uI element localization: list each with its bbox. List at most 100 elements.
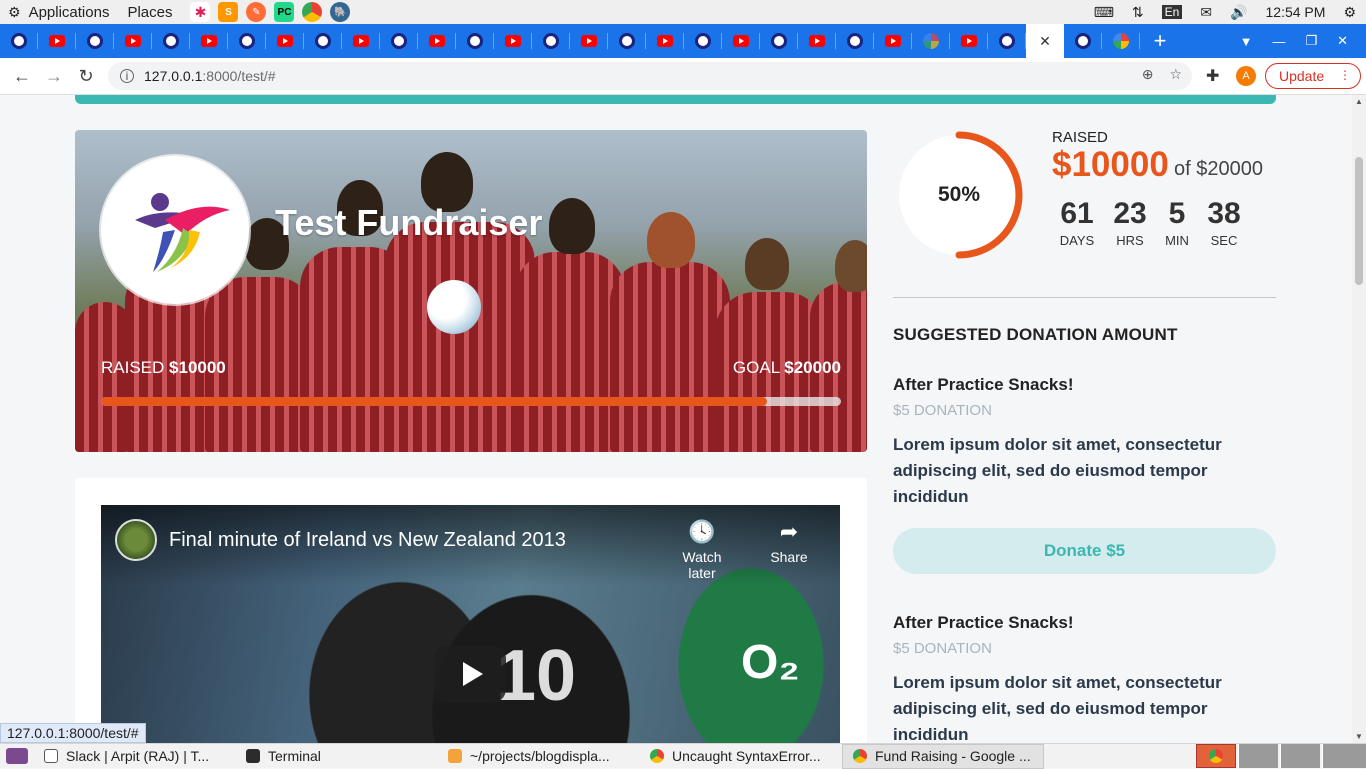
tab[interactable] [760, 24, 798, 58]
tab[interactable] [76, 24, 114, 58]
tab[interactable] [152, 24, 190, 58]
sublime-launcher-icon[interactable]: S [218, 2, 239, 22]
hero-goal-label: GOAL [732, 358, 780, 377]
minimize-icon[interactable]: — [1272, 34, 1285, 49]
taskbar-item[interactable]: Uncaught SyntaxError... [640, 744, 842, 769]
tab[interactable] [1102, 24, 1140, 58]
share-button[interactable]: ➦ Share [754, 519, 824, 565]
extensions-puzzle-icon[interactable]: ✚ [1206, 66, 1219, 86]
video-title[interactable]: Final minute of Ireland vs New Zealand 2… [169, 529, 566, 552]
profile-avatar[interactable]: A [1236, 66, 1256, 86]
keyboard-icon[interactable]: ⌨ [1094, 4, 1114, 21]
countdown-unit: DAYS [1059, 233, 1095, 248]
restore-icon[interactable]: ❐ [1305, 33, 1317, 49]
tab[interactable] [380, 24, 418, 58]
window-icon [44, 749, 58, 763]
pycharm-launcher-icon[interactable]: PC [274, 2, 295, 22]
tab[interactable] [266, 24, 304, 58]
scroll-down-arrow-icon[interactable]: ▼ [1355, 732, 1363, 741]
chrome-launcher-icon[interactable] [302, 2, 323, 22]
web-favicon-icon [619, 33, 635, 49]
clock[interactable]: 12:54 PM [1266, 4, 1326, 20]
tab[interactable] [684, 24, 722, 58]
postgres-launcher-icon[interactable]: 🐘 [330, 2, 351, 22]
postman-launcher-icon[interactable]: ✎ [246, 2, 267, 22]
tab[interactable] [228, 24, 266, 58]
page-scrollbar[interactable]: ▲ ▼ [1352, 95, 1366, 743]
bookmark-star-icon[interactable]: ☆ [1169, 66, 1182, 83]
workspace-switcher-1[interactable] [1196, 744, 1236, 768]
workspace-switcher-4[interactable] [1322, 744, 1366, 768]
web-favicon-icon [543, 33, 559, 49]
countdown-days: 61 DAYS [1052, 197, 1102, 248]
scrollbar-thumb[interactable] [1355, 157, 1363, 285]
places-menu[interactable]: Places [127, 4, 172, 21]
tab[interactable] [304, 24, 342, 58]
show-desktop-button[interactable] [0, 744, 34, 769]
play-button[interactable] [434, 645, 506, 703]
tab[interactable] [190, 24, 228, 58]
taskbar-item[interactable]: ~/projects/blogdispla... [438, 744, 640, 769]
reload-icon[interactable]: ↻ [70, 66, 102, 87]
tab[interactable] [418, 24, 456, 58]
slack-launcher-icon[interactable]: ✱ [190, 2, 211, 22]
url-bar[interactable]: i 127.0.0.1:8000/test/# ⊕ ☆ [108, 62, 1192, 90]
tab[interactable] [722, 24, 760, 58]
watch-later-button[interactable]: 🕓 Watch later [667, 519, 737, 581]
tab[interactable] [950, 24, 988, 58]
tab[interactable] [0, 24, 38, 58]
donate-button[interactable]: Donate $5 [893, 528, 1276, 574]
zoom-icon[interactable]: ⊕ [1142, 66, 1154, 83]
channel-avatar[interactable] [115, 519, 157, 561]
language-indicator[interactable]: En [1161, 5, 1183, 19]
web-favicon-icon [1075, 33, 1091, 49]
network-icon[interactable]: ⇅ [1132, 4, 1144, 21]
tab[interactable] [494, 24, 532, 58]
share-label: Share [770, 549, 808, 565]
video-embed[interactable]: 10 O₂ Final minute of Ireland vs New Zea… [101, 505, 840, 743]
workspace-switcher-2[interactable] [1238, 744, 1278, 768]
youtube-favicon-icon [429, 35, 445, 47]
taskbar-item[interactable]: Terminal [236, 744, 438, 769]
settings-gear-icon[interactable]: ⚙ [1343, 4, 1356, 21]
new-tab-plus-icon[interactable]: + [1140, 28, 1180, 54]
donation-description: Lorem ipsum dolor sit amet, consectetur … [893, 435, 1222, 506]
tab[interactable] [38, 24, 76, 58]
applications-icon[interactable]: ⚙ [8, 4, 21, 21]
web-favicon-icon [239, 33, 255, 49]
athlete-logo-icon [135, 193, 230, 272]
workspace-switcher-3[interactable] [1280, 744, 1320, 768]
tab[interactable] [532, 24, 570, 58]
update-button[interactable]: Update ⋮ [1265, 63, 1361, 89]
countdown-value: 61 [1060, 197, 1094, 230]
tab[interactable] [798, 24, 836, 58]
taskbar-item-active[interactable]: Fund Raising - Google ... [842, 743, 1044, 769]
mail-icon[interactable]: ✉ [1200, 4, 1212, 21]
tab[interactable] [646, 24, 684, 58]
tab[interactable] [1064, 24, 1102, 58]
tab-search-chevron-icon[interactable]: ▼ [1240, 34, 1253, 49]
tab[interactable] [114, 24, 152, 58]
forward-arrow-icon[interactable]: → [38, 66, 70, 87]
taskbar-item-label: Uncaught SyntaxError... [672, 748, 821, 764]
taskbar-item[interactable]: Slack | Arpit (RAJ) | T... [34, 744, 236, 769]
tab[interactable] [874, 24, 912, 58]
tab[interactable] [342, 24, 380, 58]
tab[interactable] [608, 24, 646, 58]
scroll-up-arrow-icon[interactable]: ▲ [1355, 97, 1363, 106]
close-window-icon[interactable]: ✕ [1337, 33, 1348, 49]
back-arrow-icon[interactable]: ← [6, 66, 38, 87]
tab[interactable] [988, 24, 1026, 58]
desktop-icon [6, 748, 28, 764]
close-tab-icon[interactable]: ✕ [1039, 33, 1051, 50]
site-info-icon[interactable]: i [120, 69, 134, 83]
tab[interactable] [570, 24, 608, 58]
applications-menu[interactable]: Applications [29, 4, 110, 21]
tab-active[interactable]: ✕ [1026, 24, 1064, 58]
tab[interactable] [912, 24, 950, 58]
tab[interactable] [836, 24, 874, 58]
menu-kebab-icon[interactable]: ⋮ [1339, 68, 1351, 82]
tab[interactable] [456, 24, 494, 58]
volume-icon[interactable]: 🔊 [1230, 4, 1247, 21]
web-favicon-icon [467, 33, 483, 49]
